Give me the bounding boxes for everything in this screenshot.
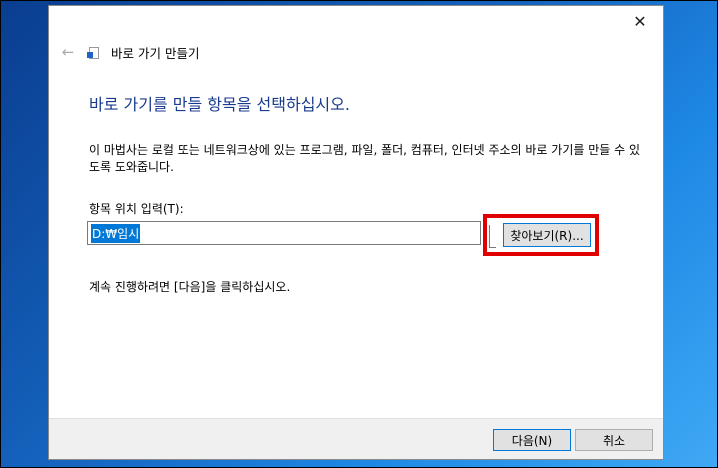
location-input-value: D:₩임시: [91, 223, 141, 243]
page-heading: 바로 가기를 만들 항목을 선택하십시오.: [89, 95, 350, 114]
back-arrow-icon[interactable]: ←: [59, 43, 77, 61]
cancel-button[interactable]: 취소: [575, 429, 653, 451]
close-icon: ✕: [633, 11, 647, 31]
location-label: 항목 위치 입력(T):: [89, 202, 184, 216]
create-shortcut-dialog: ✕ ← 바로 가기 만들기 바로 가기를 만들 항목을 선택하십시오. 이 마법…: [48, 5, 664, 460]
dialog-footer: 다음(N) 취소: [49, 418, 663, 459]
wizard-title: 바로 가기 만들기: [111, 45, 200, 61]
location-input[interactable]: D:₩임시: [87, 221, 481, 245]
close-button[interactable]: ✕: [617, 6, 663, 36]
wizard-description: 이 마법사는 로컬 또는 네트워크상에 있는 프로그램, 파일, 폴더, 컴퓨터…: [89, 143, 641, 174]
browse-button[interactable]: 찾아보기(R)...: [503, 223, 591, 247]
shortcut-icon: [87, 46, 99, 59]
next-button[interactable]: 다음(N): [493, 429, 571, 451]
wizard-header: ← 바로 가기 만들기: [59, 40, 200, 64]
continue-instruction: 계속 진행하려면 [다음]을 클릭하십시오.: [89, 280, 291, 294]
